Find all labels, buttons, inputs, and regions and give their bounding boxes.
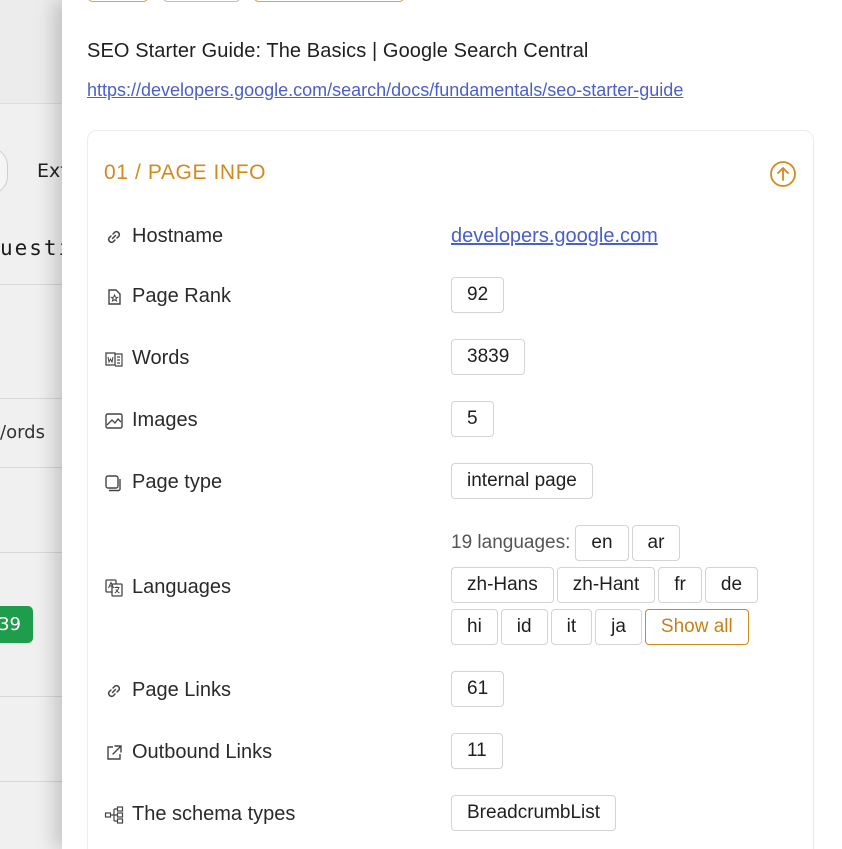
words-value: 3839 (451, 339, 526, 375)
page-url-link[interactable]: https://developers.google.com/search/doc… (87, 80, 683, 101)
collapse-up-icon[interactable] (769, 160, 797, 188)
images-value: 5 (451, 401, 494, 437)
language-chip: hi (451, 609, 498, 645)
page-links-value: 61 (451, 671, 505, 707)
language-chip: zh-Hant (556, 567, 656, 603)
link-icon (107, 684, 121, 697)
image-icon (105, 412, 123, 429)
top-tag[interactable] (162, 0, 241, 2)
page-star-icon (108, 288, 121, 305)
page-rank-value: 92 (451, 277, 505, 313)
page-info-card: 01 / PAGE INFO Hostname developers.googl… (87, 130, 814, 849)
word-document-icon (105, 351, 123, 367)
show-all-languages-button[interactable]: Show all (644, 609, 749, 645)
background-tab-pill[interactable] (0, 147, 8, 195)
section-title: 01 / PAGE INFO (104, 161, 267, 184)
hostname-label: Hostname (132, 225, 224, 247)
language-chip: de (704, 567, 759, 603)
schema-tree-icon (104, 805, 124, 824)
images-label: Images (132, 409, 198, 431)
background-score-badge: 39 (0, 606, 33, 643)
external-link-icon (107, 744, 122, 760)
schema-types-label: The schema types (132, 803, 296, 825)
background-words-label: /ords (0, 422, 45, 443)
top-tag[interactable] (253, 0, 405, 2)
hostname-link[interactable]: developers.google.com (451, 225, 658, 248)
languages-label: Languages (132, 576, 231, 598)
outbound-links-value: 11 (451, 733, 503, 769)
language-chip: ar (631, 525, 681, 561)
languages-count: 19 languages: (451, 532, 571, 553)
translate-icon (105, 578, 123, 597)
language-chip: id (500, 609, 548, 645)
languages-list: 19 languages: en ar zh-Hans zh-Hant fr d… (451, 522, 761, 648)
top-tag[interactable] (87, 0, 149, 2)
words-label: Words (132, 347, 190, 369)
row-languages: Languages 19 languages: en ar zh-Hans zh… (104, 522, 794, 648)
page-rank-label: Page Rank (132, 285, 231, 307)
language-chip: en (575, 525, 629, 561)
language-chip: ja (595, 609, 642, 645)
language-chip: fr (658, 567, 702, 603)
page-links-label: Page Links (132, 679, 231, 701)
link-icon (107, 230, 121, 243)
outbound-links-label: Outbound Links (132, 741, 273, 763)
copy-pages-icon (105, 474, 121, 491)
schema-type-chip: BreadcrumbList (451, 795, 617, 831)
page-info-drawer: SEO Starter Guide: The Basics | Google S… (62, 0, 842, 849)
page-type-label: Page type (132, 471, 223, 493)
language-chip: it (550, 609, 593, 645)
language-chip: zh-Hans (451, 567, 554, 603)
page-type-value: internal page (451, 463, 593, 499)
page-title: SEO Starter Guide: The Basics | Google S… (87, 40, 589, 62)
